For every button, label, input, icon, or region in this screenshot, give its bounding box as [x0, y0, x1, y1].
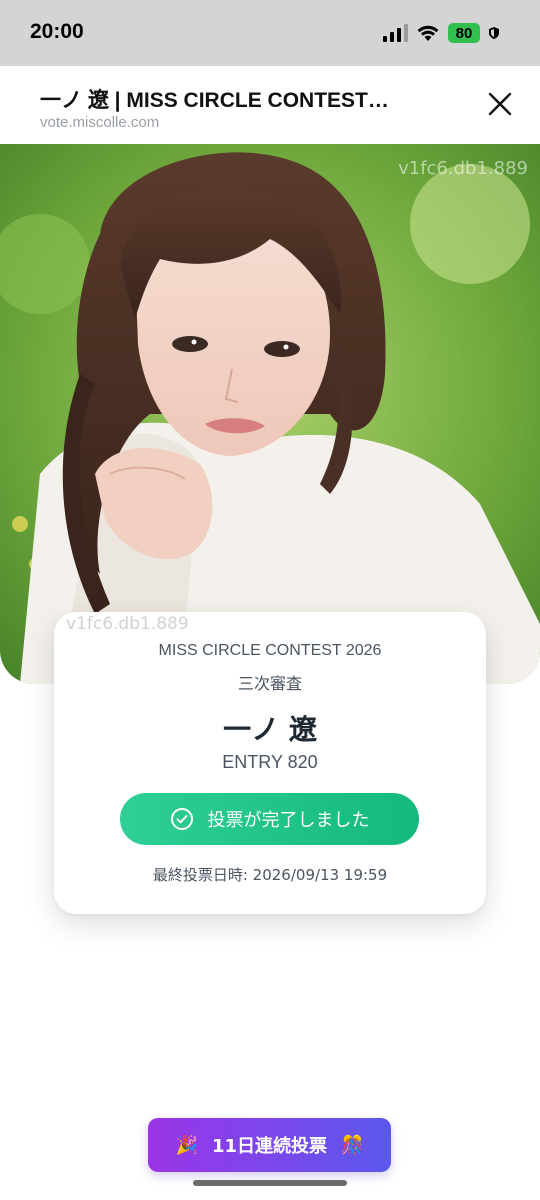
status-bar: 20:00 80	[0, 0, 540, 66]
status-icons: 80	[383, 22, 500, 44]
confetti-ball-icon: 🎊	[341, 1134, 364, 1156]
candidate-photo: v1fc6.db1.889	[0, 144, 540, 684]
vote-complete-label: 投票が完了しました	[207, 810, 370, 831]
home-indicator[interactable]	[193, 1180, 347, 1186]
candidate-name: 一ノ 遼	[223, 713, 317, 746]
entry-number: ENTRY 820	[222, 752, 318, 772]
close-icon	[488, 92, 512, 116]
vote-card: MISS CIRCLE CONTEST 2026 三次審査 一ノ 遼 ENTRY…	[54, 612, 486, 914]
page-title: 一ノ 遼 | MISS CIRCLE CONTEST…	[40, 89, 389, 112]
signal-icon	[383, 24, 408, 42]
page-url: vote.miscolle.com	[40, 114, 160, 131]
streak-button[interactable]: 🎉 11日連続投票 🎊	[148, 1118, 391, 1172]
shield-icon	[488, 26, 500, 40]
status-time: 20:00	[30, 20, 84, 43]
close-button[interactable]	[484, 88, 516, 120]
wifi-icon	[417, 25, 439, 41]
round-name: 三次審査	[237, 674, 302, 693]
watermark: v1fc6.db1.889	[66, 614, 189, 634]
streak-label: 11日連続投票	[211, 1136, 328, 1157]
battery-icon: 80	[448, 23, 480, 43]
contest-name: MISS CIRCLE CONTEST 2026	[158, 642, 382, 659]
watermark: v1fc6.db1.889	[398, 158, 528, 179]
check-circle-icon	[170, 808, 193, 830]
last-vote-time: 最終投票日時: 2026/09/13 19:59	[152, 866, 388, 884]
browser-header: 一ノ 遼 | MISS CIRCLE CONTEST… vote.miscoll…	[0, 66, 540, 144]
screen: 20:00 80 一ノ 遼 | MISS CIRCLE CONTEST… vot…	[0, 0, 540, 1200]
vote-complete-button[interactable]: 投票が完了しました	[120, 793, 419, 845]
party-popper-icon: 🎉	[175, 1134, 198, 1156]
